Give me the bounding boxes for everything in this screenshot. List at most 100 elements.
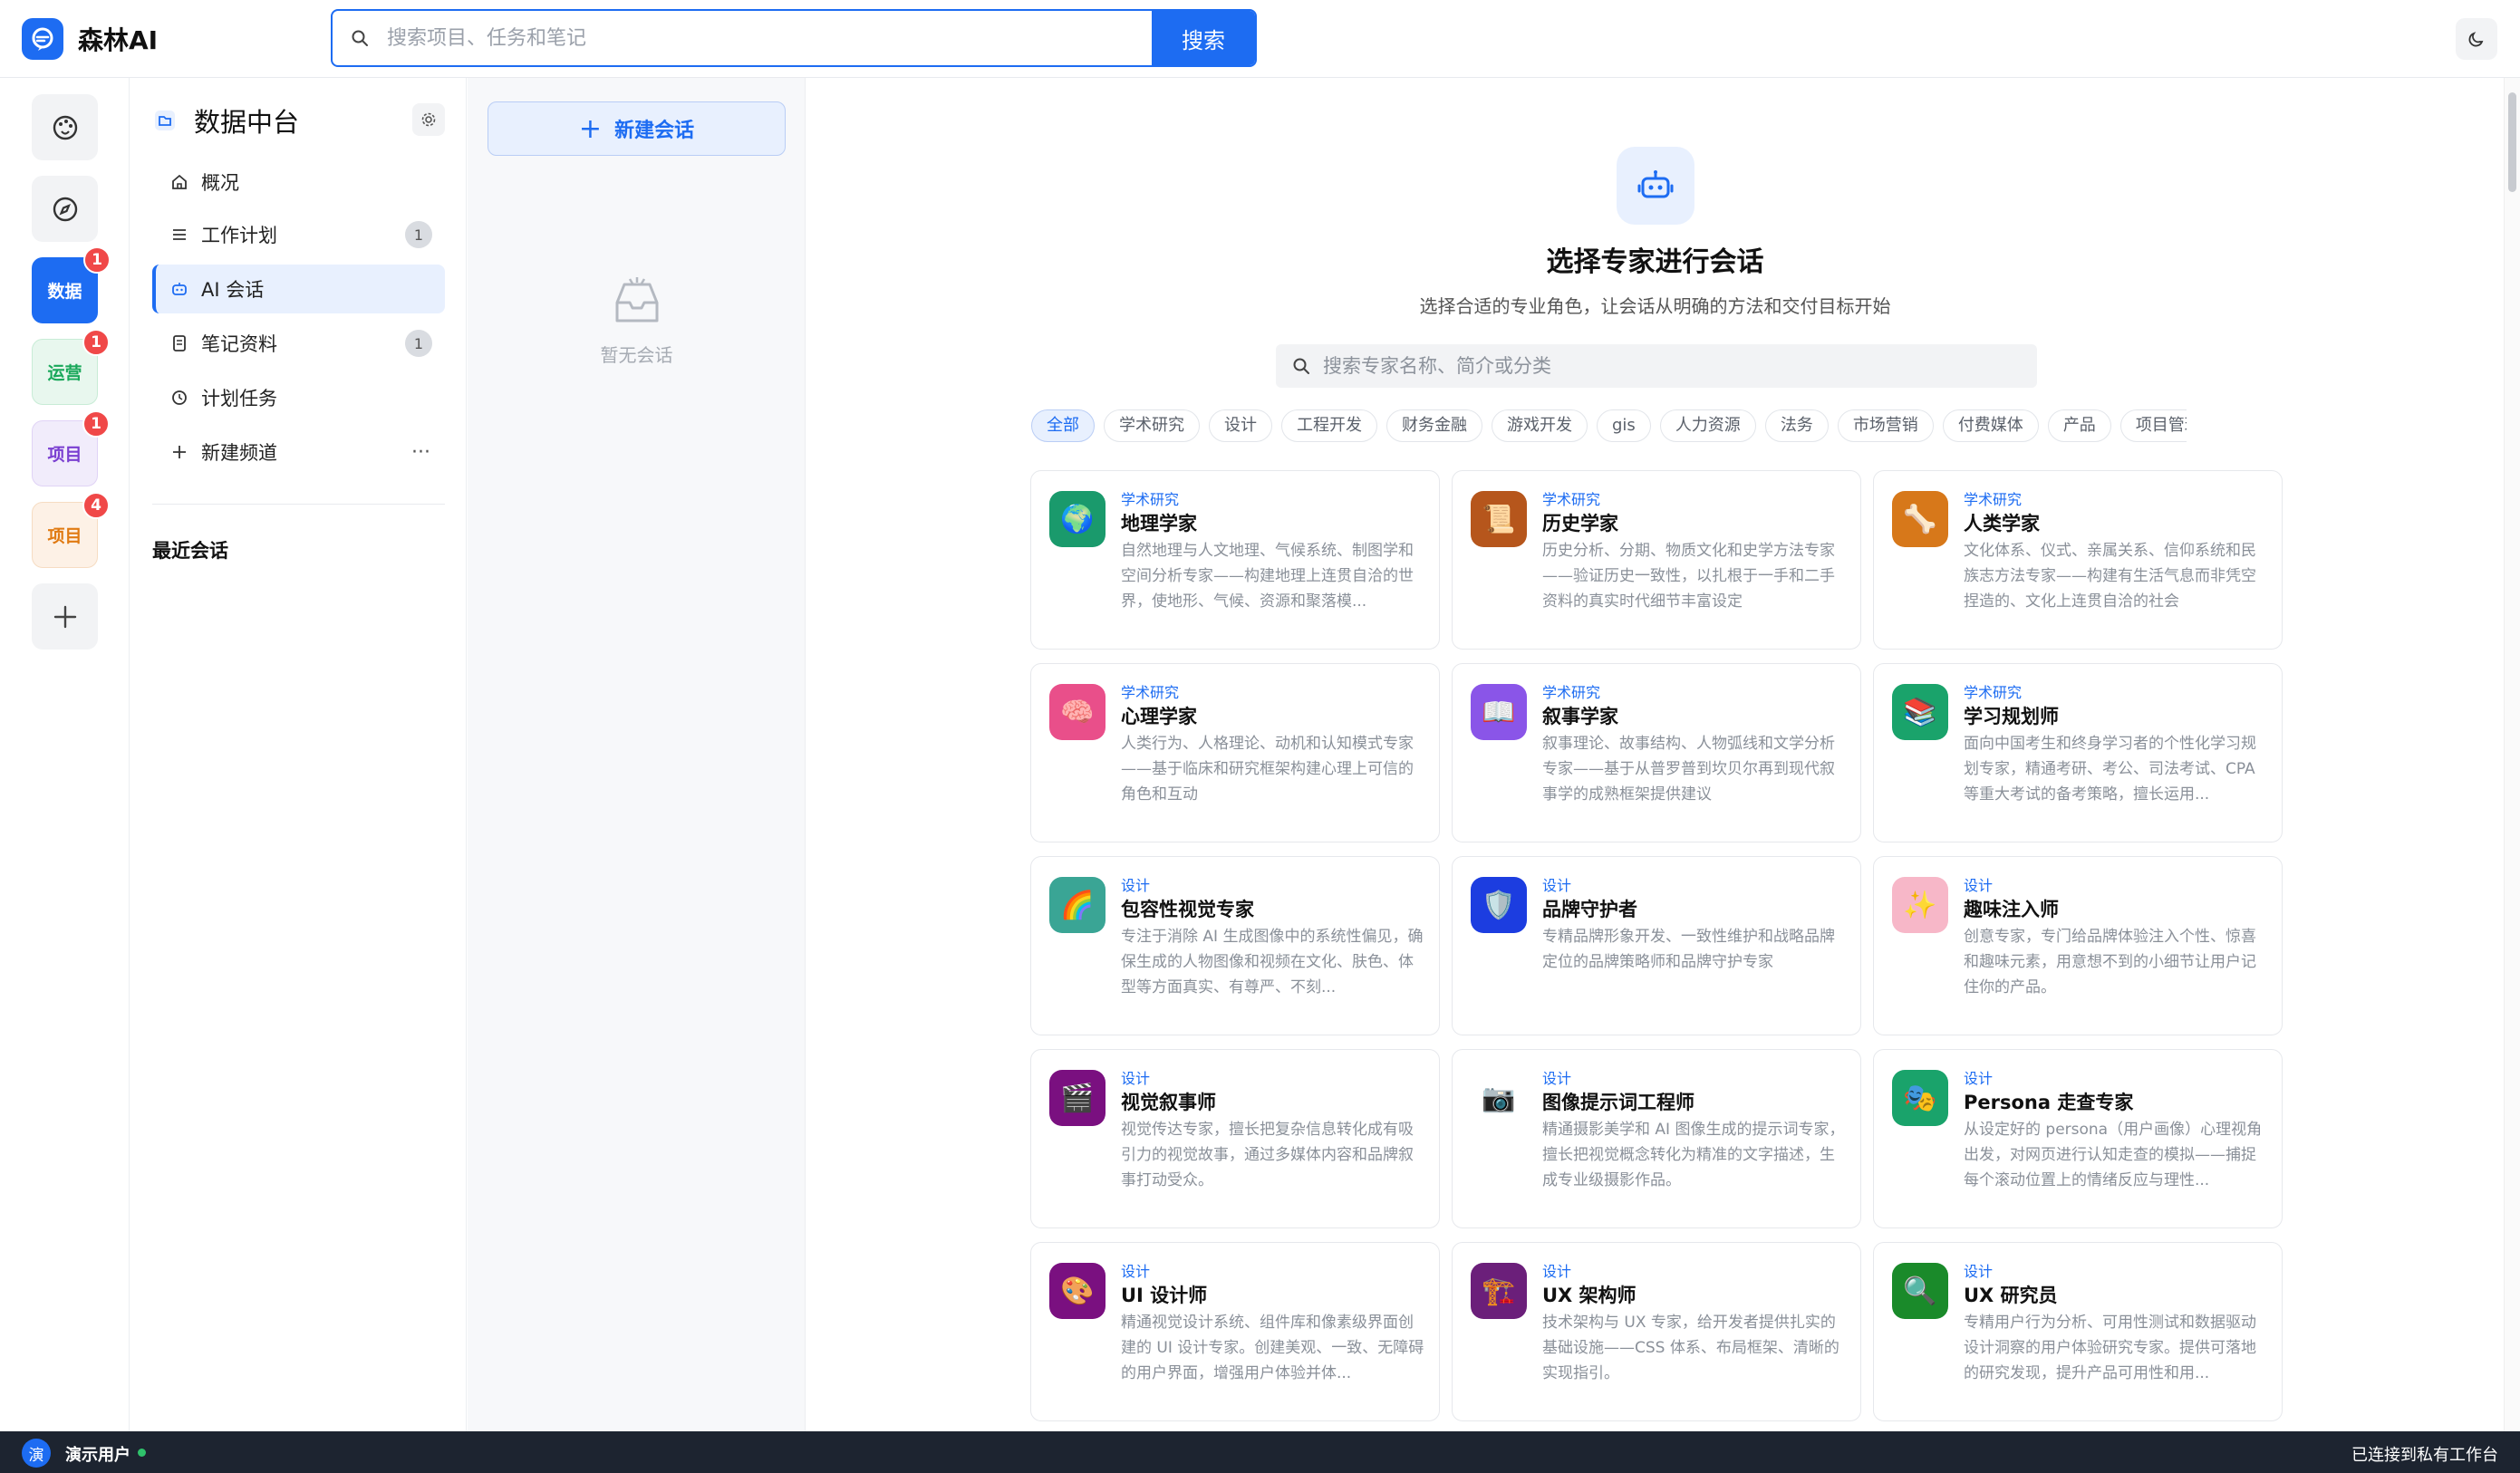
- channel-item-overview[interactable]: 概况: [152, 158, 445, 207]
- channel-item-scheduled-tasks[interactable]: 计划任务: [152, 373, 445, 422]
- category-chip[interactable]: 项目管理: [2119, 409, 2187, 442]
- gear-icon: [421, 112, 436, 127]
- channel-label: 工作计划: [201, 225, 277, 246]
- category-chip[interactable]: 学术研究: [1104, 409, 1200, 442]
- plus-icon: [173, 446, 186, 458]
- online-status-dot: [138, 1449, 146, 1457]
- expert-card[interactable]: 📷 设计 图像提示词工程师 精通摄影美学和 AI 图像生成的提示词专家，擅长把视觉概念…: [1452, 1049, 1861, 1228]
- expert-description: 从设定好的 persona（用户画像）心理视角出发，对网页进行认知走查的模拟——…: [1964, 1121, 2263, 1189]
- add-workspace-button[interactable]: [32, 583, 98, 650]
- expert-avatar-icon: 🎨: [1049, 1263, 1106, 1319]
- expert-category: 学术研究: [1964, 491, 2023, 508]
- expert-description: 叙事理论、故事结构、人物弧线和文学分析专家——基于从普罗普到坎贝尔再到现代叙事学…: [1542, 735, 1835, 804]
- expert-name: UX 架构师: [1542, 1285, 1637, 1306]
- expert-description: 历史分析、分期、物质文化和史学方法专家——验证历史一致性，以扎根于一手和二手资料…: [1542, 542, 1835, 611]
- avatar[interactable]: 演: [22, 1439, 51, 1468]
- expert-description: 面向中国考生和终身学习者的个性化学习规划专家，精通考研、考公、司法考试、CPA …: [1964, 735, 2256, 804]
- category-chip[interactable]: 市场营销: [1837, 409, 1934, 442]
- expert-card[interactable]: 🛡️ 设计 品牌守护者 专精品牌形象开发、一致性维护和战略品牌定位的品牌策略师和品牌守…: [1452, 856, 1861, 1035]
- scrollbar[interactable]: [2504, 78, 2520, 1431]
- expert-card[interactable]: 🧠 学术研究 心理学家 人类行为、人格理论、动机和认知模式专家——基于临床和研究框架构…: [1030, 663, 1440, 842]
- expert-search-input[interactable]: [1323, 355, 2012, 377]
- expert-card[interactable]: 🎬 设计 视觉叙事师 视觉传达专家，擅长把复杂信息转化成有吸引力的视觉故事，通过多媒体…: [1030, 1049, 1440, 1228]
- rail-item-dashboard[interactable]: [32, 94, 98, 160]
- rail-item-operations[interactable]: 运营 1: [32, 329, 110, 405]
- app-logo[interactable]: 森林AI: [22, 18, 158, 60]
- category-chip[interactable]: 产品: [2047, 409, 2111, 442]
- theme-toggle-button[interactable]: [2456, 18, 2497, 60]
- expert-card[interactable]: 📖 学术研究 叙事学家 叙事理论、故事结构、人物弧线和文学分析专家——基于从普罗普到坎…: [1452, 663, 1861, 842]
- category-chip[interactable]: gis: [1597, 409, 1651, 442]
- search-button[interactable]: 搜索: [1152, 11, 1255, 65]
- expert-avatar-icon: 🦴: [1892, 491, 1948, 547]
- expert-avatar-icon: 📜: [1471, 491, 1527, 547]
- global-search-input[interactable]: [387, 11, 1152, 65]
- expert-name: 趣味注入师: [1964, 899, 2059, 920]
- page-subtitle: 选择合适的专业角色，让会话从明确的方法和交付目标开始: [1419, 295, 1891, 317]
- category-chip[interactable]: 付费媒体: [1942, 409, 2039, 442]
- category-chip[interactable]: 法务: [1764, 409, 1829, 442]
- rail-item-project[interactable]: 项目 1: [32, 410, 110, 486]
- empty-state: 暂无会话: [468, 277, 806, 367]
- rail-item-explore[interactable]: [32, 176, 98, 242]
- expert-card[interactable]: ✨ 设计 趣味注入师 创意专家，专门给品牌体验注入个性、惊喜和趣味元素，用意想不到的小…: [1873, 856, 2283, 1035]
- plus-icon: [53, 605, 76, 628]
- category-chip[interactable]: 全部: [1031, 409, 1095, 442]
- clock-icon: [172, 390, 187, 405]
- connection-status: 已连接到私有工作台: [2351, 1446, 2498, 1465]
- expert-avatar-icon: 🎬: [1049, 1070, 1106, 1126]
- expert-avatar-icon: 🌈: [1049, 877, 1106, 933]
- unread-badge: 1: [83, 246, 111, 274]
- expert-card[interactable]: 🏗️ 设计 UX 架构师 技术架构与 UX 专家，给开发者提供扎实的基础设施——CSS…: [1452, 1242, 1861, 1421]
- channel-count-badge: 1: [405, 221, 432, 248]
- expert-description: 视觉传达专家，擅长把复杂信息转化成有吸引力的视觉故事，通过多媒体内容和品牌叙事打…: [1121, 1121, 1414, 1189]
- search-icon: [333, 11, 387, 65]
- rail-item-label: 运营: [47, 363, 82, 383]
- expert-card[interactable]: 🦴 学术研究 人类学家 文化体系、仪式、亲属关系、信仰系统和民族志方法专家——构建有生…: [1873, 470, 2283, 650]
- note-icon: [173, 335, 186, 351]
- moon-icon: [2468, 32, 2484, 47]
- channel-label: 笔记资料: [201, 333, 277, 355]
- search-icon: [1293, 358, 1309, 374]
- expert-category: 学术研究: [1121, 491, 1180, 508]
- list-icon: [173, 229, 186, 240]
- expert-card[interactable]: 🌍 学术研究 地理学家 自然地理与人文地理、气候系统、制图学和空间分析专家——构建地理…: [1030, 470, 1440, 650]
- category-chip[interactable]: 设计: [1209, 409, 1272, 442]
- category-chip[interactable]: 财务金融: [1386, 409, 1482, 442]
- expert-card[interactable]: 🎭 设计 Persona 走查专家 从设定好的 persona（用户画像）心理视角出发…: [1873, 1049, 2283, 1228]
- more-options-icon[interactable]: ···: [411, 441, 430, 464]
- category-chip[interactable]: 工程开发: [1281, 409, 1377, 442]
- expert-category: 设计: [1121, 1070, 1151, 1087]
- expert-avatar-icon: 🌍: [1049, 491, 1106, 547]
- expert-name: UI 设计师: [1121, 1285, 1208, 1306]
- new-conversation-button[interactable]: + 新建会话: [488, 101, 786, 156]
- expert-category: 学术研究: [1542, 684, 1601, 701]
- inbox-icon: [615, 277, 658, 323]
- expert-card[interactable]: 📜 学术研究 历史学家 历史分析、分期、物质文化和史学方法专家——验证历史一致性，以扎…: [1452, 470, 1861, 650]
- workspace-settings-button[interactable]: [412, 103, 445, 136]
- channel-item-work-plan[interactable]: 工作计划 1: [152, 210, 445, 259]
- category-chip[interactable]: 人力资源: [1659, 409, 1756, 442]
- new-conversation-label: 新建会话: [614, 120, 695, 142]
- expert-description: 文化体系、仪式、亲属关系、信仰系统和民族志方法专家——构建有生活气息而非凭空捏造…: [1964, 542, 2256, 611]
- expert-name: UX 研究员: [1964, 1285, 2058, 1306]
- channel-item-ai-chat[interactable]: AI 会话: [152, 265, 445, 313]
- unread-badge: 4: [82, 492, 110, 519]
- rail-item-label: 数据: [47, 282, 82, 302]
- expert-card[interactable]: 📚 学术研究 学习规划师 面向中国考生和终身学习者的个性化学习规划专家，精通考研、考公…: [1873, 663, 2283, 842]
- new-channel-button[interactable]: 新建频道 ···: [152, 428, 445, 477]
- scrollbar-thumb[interactable]: [2508, 92, 2516, 192]
- expert-card[interactable]: 🔍 设计 UX 研究员 专精用户行为分析、可用性测试和数据驱动设计洞察的用户体验研究专…: [1873, 1242, 2283, 1421]
- workspace-title: 数据中台: [152, 101, 299, 140]
- expert-card[interactable]: 🌈 设计 包容性视觉专家 专注于消除 AI 生成图像中的系统性偏见，确保生成的人物图像…: [1030, 856, 1440, 1035]
- expert-description: 人类行为、人格理论、动机和认知模式专家——基于临床和研究框架构建心理上可信的角色…: [1121, 735, 1414, 804]
- channel-item-notes[interactable]: 笔记资料 1: [152, 319, 445, 368]
- channel-label: 计划任务: [201, 388, 277, 409]
- expert-name: 心理学家: [1121, 706, 1197, 727]
- rail-item-data[interactable]: 数据 1: [32, 246, 111, 323]
- rail-item-label: 项目: [47, 445, 82, 465]
- rail-item-label: 项目: [47, 526, 82, 546]
- expert-card[interactable]: 🎨 设计 UI 设计师 精通视觉设计系统、组件库和像素级界面创建的 UI 设计专家。创…: [1030, 1242, 1440, 1421]
- category-chip[interactable]: 游戏开发: [1492, 409, 1588, 442]
- rail-item-project-2[interactable]: 项目 4: [32, 492, 110, 568]
